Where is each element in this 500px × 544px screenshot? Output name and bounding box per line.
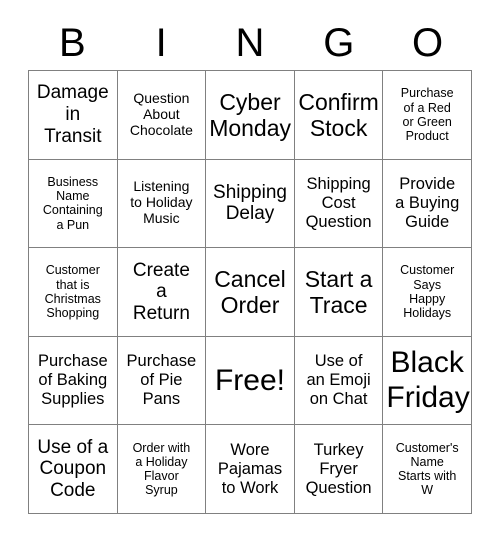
bingo-cell[interactable]: Wore Pajamas to Work [206, 425, 295, 514]
bingo-cell-label: Wore Pajamas to Work [217, 440, 283, 497]
bingo-header-letter-i: I [155, 21, 167, 65]
bingo-cell-label: Free! [214, 363, 285, 397]
bingo-cell[interactable]: Purchase of Baking Supplies [29, 336, 118, 426]
bingo-cell[interactable]: Provide a Buying Guide [383, 159, 472, 249]
bingo-cell-label: Cancel Order [214, 265, 286, 318]
bingo-cell[interactable]: Customer's Name Starts with W [383, 425, 472, 514]
bingo-cell[interactable]: Turkey Fryer Question [294, 425, 384, 514]
bingo-cell[interactable]: Damage in Transit [29, 71, 118, 160]
bingo-header-letter-o: O [412, 21, 444, 65]
bingo-cell[interactable]: Listening to Holiday Music [117, 159, 207, 249]
bingo-cell-label: Use of a Coupon Code [37, 436, 109, 502]
bingo-cell[interactable]: Purchase of a Red or Green Product [383, 71, 472, 160]
bingo-cell-label: Damage in Transit [36, 82, 109, 147]
bingo-cell-label: Order with a Holiday Flavor Syrup [132, 440, 191, 498]
bingo-cell[interactable]: Confirm Stock [294, 71, 384, 160]
bingo-cell[interactable]: Black Friday [383, 336, 472, 426]
bingo-cell[interactable]: Customer that is Christmas Shopping [29, 248, 118, 337]
bingo-cell-label: Provide a Buying Guide [395, 175, 460, 231]
bingo-cell[interactable]: Create a Return [117, 248, 207, 337]
bingo-cell-label: Purchase of Baking Supplies [37, 352, 108, 408]
bingo-cell[interactable]: Cyber Monday [206, 71, 295, 160]
bingo-cell-label: Listening to Holiday Music [130, 178, 193, 227]
bingo-cell-label: Use of an Emoji on Chat [306, 352, 371, 408]
bingo-header-letter-b: B [59, 21, 86, 65]
bingo-cell-label: Customer's Name Starts with W [395, 440, 459, 498]
bingo-cell[interactable]: Purchase of Pie Pans [117, 336, 207, 426]
bingo-cell-label: Purchase of Pie Pans [126, 352, 197, 408]
bingo-cell-label: Start a Trace [304, 265, 373, 318]
bingo-cell[interactable]: Cancel Order [206, 248, 295, 337]
bingo-card: B I N G O Damage in Transit Question About Ch… [0, 0, 500, 544]
bingo-cell[interactable]: Shipping Cost Question [294, 159, 384, 249]
bingo-header-letter-g: G [323, 21, 355, 65]
bingo-cell-label: Cyber Monday [209, 88, 292, 141]
bingo-cell-label: Customer Says Happy Holidays [400, 263, 455, 321]
bingo-cell[interactable]: Customer Says Happy Holidays [383, 248, 472, 337]
bingo-cell-label: Create a Return [132, 259, 190, 324]
bingo-cell-free[interactable]: Free! [206, 336, 295, 426]
bingo-cell[interactable]: Shipping Delay [206, 159, 295, 249]
bingo-cell[interactable]: Use of an Emoji on Chat [294, 336, 384, 426]
bingo-cell-label: Customer that is Christmas Shopping [44, 263, 101, 321]
bingo-cell-label: Black Friday [386, 346, 470, 414]
bingo-cell[interactable]: Business Name Containing a Pun [29, 159, 118, 249]
bingo-header-letter-n: N [235, 21, 265, 65]
bingo-cell-label: Question About Chocolate [129, 89, 193, 138]
bingo-cell-label: Business Name Containing a Pun [42, 174, 103, 232]
bingo-cell[interactable]: Question About Chocolate [117, 71, 207, 160]
bingo-cell-label: Shipping Cost Question [305, 175, 372, 231]
bingo-cell[interactable]: Use of a Coupon Code [29, 425, 118, 514]
bingo-cell-label: Purchase of a Red or Green Product [400, 86, 454, 144]
bingo-cell-label: Shipping Delay [213, 181, 287, 225]
bingo-grid: Damage in Transit Question About Chocolat… [28, 70, 472, 514]
bingo-cell-label: Turkey Fryer Question [305, 440, 372, 497]
bingo-header-row: BINGO [28, 18, 472, 68]
bingo-cell[interactable]: Order with a Holiday Flavor Syrup [117, 425, 207, 514]
bingo-cell[interactable]: Start a Trace [294, 248, 384, 337]
bingo-cell-label: Confirm Stock [298, 88, 379, 141]
